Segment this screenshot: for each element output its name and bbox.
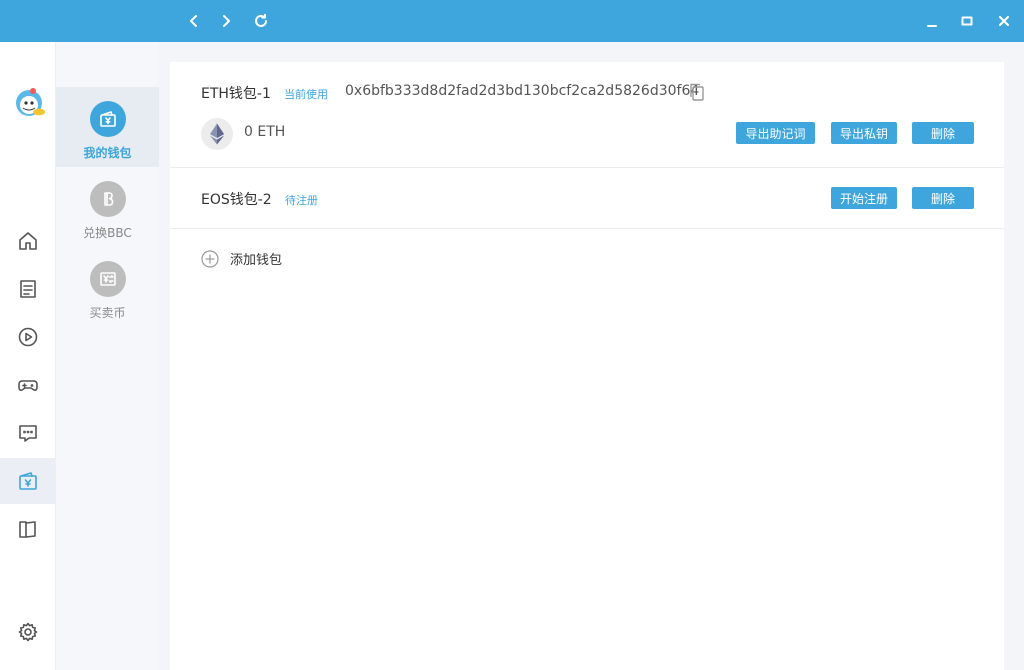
copy-icon <box>690 83 704 101</box>
title-bar <box>0 0 1024 42</box>
start-register-button[interactable]: 开始注册 <box>831 187 897 209</box>
wallet-list-panel: ETH钱包-1 当前使用 0x6bfb333d8d2fad2d3bd130bcf… <box>170 62 1004 670</box>
gamepad-icon <box>17 380 38 391</box>
subnav-my-wallet[interactable]: 我的钱包 <box>56 87 159 167</box>
forward-button[interactable] <box>214 9 238 33</box>
rail-chat[interactable] <box>0 410 55 456</box>
back-button[interactable] <box>182 9 206 33</box>
copy-address-button[interactable] <box>688 82 706 102</box>
refresh-icon <box>255 13 267 27</box>
wallet-icon <box>18 472 37 490</box>
close-icon <box>999 16 1009 26</box>
play-icon <box>18 327 37 347</box>
wallet-icon <box>89 101 126 137</box>
export-private-key-button[interactable]: 导出私钥 <box>831 122 897 144</box>
subnav-exchange-bbc[interactable]: 兑换BBC <box>56 167 159 247</box>
maximize-icon <box>961 16 973 26</box>
subnav-label: 兑换BBC <box>83 226 132 240</box>
wallet-balance: 0 ETH <box>244 124 286 140</box>
ethereum-icon <box>201 118 233 150</box>
rail-settings[interactable] <box>0 609 55 655</box>
subnav-label: 我的钱包 <box>83 146 132 160</box>
chevron-left-icon <box>190 15 197 27</box>
icon-rail <box>0 42 55 670</box>
subnav-label: 买卖币 <box>89 306 126 320</box>
rail-wallet[interactable] <box>0 458 55 504</box>
document-icon <box>19 280 36 298</box>
plus-circle-icon <box>201 249 219 268</box>
minimize-button[interactable] <box>920 9 944 33</box>
minimize-icon <box>927 25 937 27</box>
rail-home[interactable] <box>0 218 55 264</box>
app-logo <box>13 86 47 120</box>
add-wallet-label: 添加钱包 <box>230 253 283 268</box>
refresh-button[interactable] <box>249 9 273 33</box>
wallet-name: EOS钱包-2 <box>201 192 272 208</box>
wallet-status-tag: 待注册 <box>285 194 318 207</box>
export-mnemonic-button[interactable]: 导出助记词 <box>736 122 815 144</box>
wallet-row: EOS钱包-2 待注册 开始注册 删除 <box>170 168 1004 229</box>
delete-wallet-button[interactable]: 删除 <box>912 122 974 144</box>
gear-icon <box>18 622 37 642</box>
bbc-coin-icon <box>89 181 126 217</box>
wallet-name: ETH钱包-1 <box>201 86 271 102</box>
rail-video[interactable] <box>0 314 55 360</box>
wallet-row: ETH钱包-1 当前使用 0x6bfb333d8d2fad2d3bd130bcf… <box>170 62 1004 168</box>
maximize-button[interactable] <box>955 9 979 33</box>
home-icon <box>18 232 37 250</box>
rail-library[interactable] <box>0 506 55 552</box>
add-wallet-button[interactable]: 添加钱包 <box>201 249 282 268</box>
wallet-status-tag: 当前使用 <box>284 88 328 101</box>
chat-icon <box>18 425 37 442</box>
wallet-subnav: 我的钱包 兑换BBC 买卖币 <box>55 42 159 670</box>
chevron-right-icon <box>223 15 230 27</box>
exchange-icon <box>89 261 126 297</box>
rail-news[interactable] <box>0 266 55 312</box>
subnav-trade-coin[interactable]: 买卖币 <box>56 247 159 327</box>
close-button[interactable] <box>992 9 1016 33</box>
wallet-address: 0x6bfb333d8d2fad2d3bd130bcf2ca2d5826d30f… <box>345 83 700 99</box>
delete-wallet-button[interactable]: 删除 <box>912 187 974 209</box>
book-icon <box>18 521 36 538</box>
rail-games[interactable] <box>0 362 55 408</box>
